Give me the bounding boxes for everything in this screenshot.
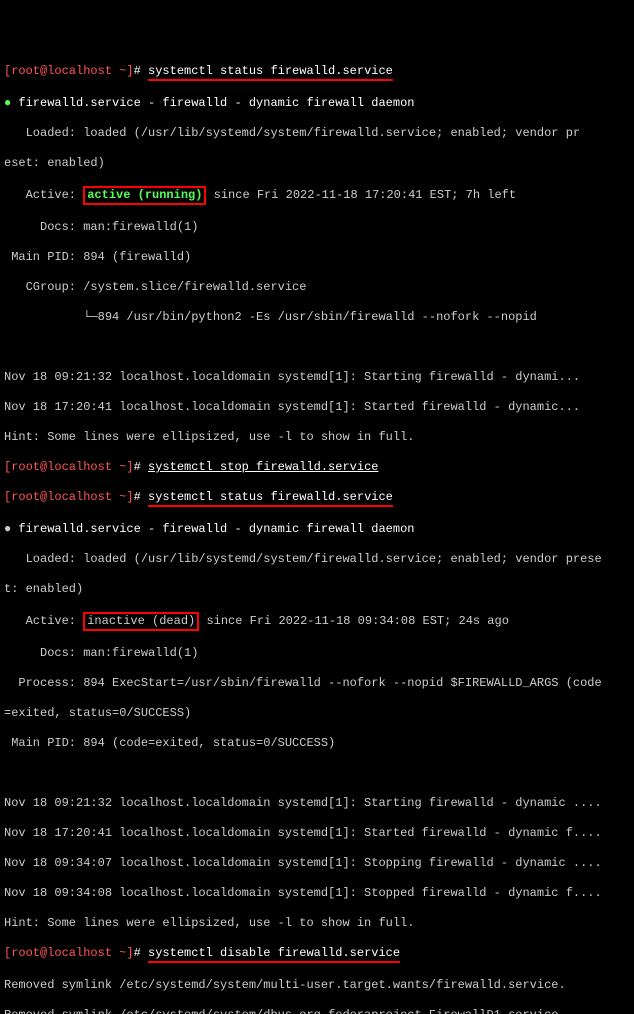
process-line-1: Process: 894 ExecStart=/usr/sbin/firewal… [4, 676, 630, 691]
prompt-line-3: [root@localhost ~]# systemctl status fir… [4, 490, 630, 507]
log-line-6: Nov 18 09:34:08 localhost.localdomain sy… [4, 886, 630, 901]
active-line-1: Active: active (running) since Fri 2022-… [4, 186, 630, 205]
mainpid-line-1: Main PID: 894 (firewalld) [4, 250, 630, 265]
prompt-line-1: [root@localhost ~]# systemctl status fir… [4, 64, 630, 81]
blank-1 [4, 340, 630, 355]
hint-line-1: Hint: Some lines were ellipsized, use -l… [4, 430, 630, 445]
active-running-status: active (running) [87, 188, 202, 202]
inactive-dead-status: inactive (dead) [87, 614, 195, 628]
loaded-line-1b: eset: enabled) [4, 156, 630, 171]
loaded-line-1a: Loaded: loaded (/usr/lib/systemd/system/… [4, 126, 630, 141]
loaded-line-2b: t: enabled) [4, 582, 630, 597]
log-line-1: Nov 18 09:21:32 localhost.localdomain sy… [4, 370, 630, 385]
prompt-line-4: [root@localhost ~]# systemctl disable fi… [4, 946, 630, 963]
cmd-stop: systemctl stop firewalld.service [148, 460, 378, 474]
cgroup-line-2: └─894 /usr/bin/python2 -Es /usr/sbin/fir… [4, 310, 630, 325]
blank-2 [4, 766, 630, 781]
log-line-4: Nov 18 17:20:41 localhost.localdomain sy… [4, 826, 630, 841]
mainpid-line-2: Main PID: 894 (code=exited, status=0/SUC… [4, 736, 630, 751]
log-line-5: Nov 18 09:34:07 localhost.localdomain sy… [4, 856, 630, 871]
active-status-box-2: inactive (dead) [83, 612, 199, 631]
cmd-status-2: systemctl status firewalld.service [148, 490, 393, 507]
active-line-2: Active: inactive (dead) since Fri 2022-1… [4, 612, 630, 631]
removed-line-1: Removed symlink /etc/systemd/system/mult… [4, 978, 630, 993]
docs-line-2: Docs: man:firewalld(1) [4, 646, 630, 661]
process-line-2: =exited, status=0/SUCCESS) [4, 706, 630, 721]
prompt-line-2: [root@localhost ~]# systemctl stop firew… [4, 460, 630, 475]
cmd-disable: systemctl disable firewalld.service [148, 946, 400, 963]
active-status-box-1: active (running) [83, 186, 206, 205]
docs-line-1: Docs: man:firewalld(1) [4, 220, 630, 235]
status-bullet-inactive: ● [4, 522, 11, 536]
prompt-userhost: [root@localhost ~] [4, 64, 134, 78]
cmd-status-1: systemctl status firewalld.service [148, 64, 393, 81]
removed-line-2: Removed symlink /etc/systemd/system/dbus… [4, 1008, 630, 1014]
hint-line-2: Hint: Some lines were ellipsized, use -l… [4, 916, 630, 931]
log-line-3: Nov 18 09:21:32 localhost.localdomain sy… [4, 796, 630, 811]
service-header-1: ● firewalld.service - firewalld - dynami… [4, 96, 630, 111]
cgroup-line-1: CGroup: /system.slice/firewalld.service [4, 280, 630, 295]
service-header-2: ● firewalld.service - firewalld - dynami… [4, 522, 630, 537]
loaded-line-2a: Loaded: loaded (/usr/lib/systemd/system/… [4, 552, 630, 567]
log-line-2: Nov 18 17:20:41 localhost.localdomain sy… [4, 400, 630, 415]
